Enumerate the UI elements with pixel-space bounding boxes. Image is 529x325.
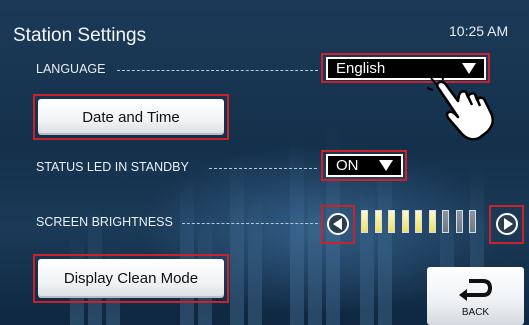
brightness-segment: [455, 210, 463, 233]
brightness-increase-button[interactable]: [496, 213, 518, 235]
page-title: Station Settings: [13, 25, 147, 46]
brightness-segment: [415, 210, 422, 233]
brightness-segment: [428, 210, 436, 233]
status-led-dropdown[interactable]: ON: [326, 154, 403, 177]
hand-pointer-icon: [426, 75, 495, 141]
brightness-segment: [442, 210, 449, 233]
back-button[interactable]: BACK: [427, 267, 524, 325]
return-arrow-icon: [459, 279, 493, 301]
triangle-down-icon: [462, 63, 476, 74]
status-led-label: STATUS LED IN STANDBY: [36, 160, 189, 174]
language-dropdown-value: English: [336, 60, 386, 77]
triangle-down-icon: [379, 160, 393, 171]
language-leader-line: [117, 70, 318, 71]
clock-time: 10:25 AM: [449, 23, 509, 39]
display-clean-mode-button[interactable]: Display Clean Mode: [38, 259, 224, 298]
arrow-right-icon: [503, 218, 513, 230]
status-led-leader-line: [209, 168, 317, 169]
brightness-segment: [388, 210, 395, 233]
screen-brightness-leader-line: [182, 223, 318, 224]
screen-brightness-label: SCREEN BRIGHTNESS: [36, 215, 173, 229]
brightness-segment: [401, 210, 409, 233]
status-led-dropdown-value: ON: [336, 157, 359, 174]
station-settings-screen: Station Settings 10:25 AM LANGUAGE Engli…: [0, 0, 529, 325]
brightness-decrease-button[interactable]: [327, 213, 349, 235]
back-label: BACK: [461, 307, 490, 318]
brightness-segment: [469, 210, 476, 233]
arrow-left-icon: [332, 218, 342, 230]
brightness-segment: [374, 210, 382, 233]
language-label: LANGUAGE: [36, 62, 106, 76]
date-and-time-button[interactable]: Date and Time: [38, 99, 224, 135]
brightness-segment: [361, 210, 368, 233]
